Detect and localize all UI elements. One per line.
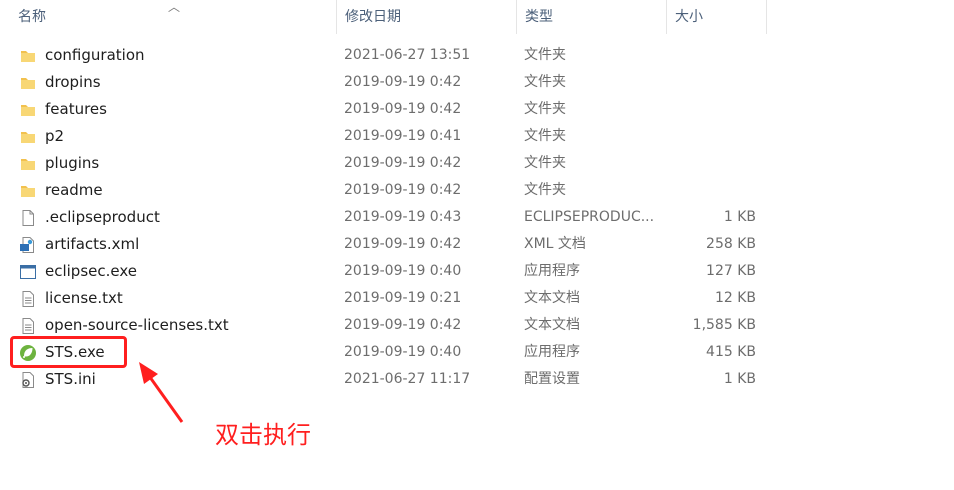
annotation-arrow — [139, 362, 184, 423]
annotation-text: 双击执行 — [215, 421, 311, 449]
